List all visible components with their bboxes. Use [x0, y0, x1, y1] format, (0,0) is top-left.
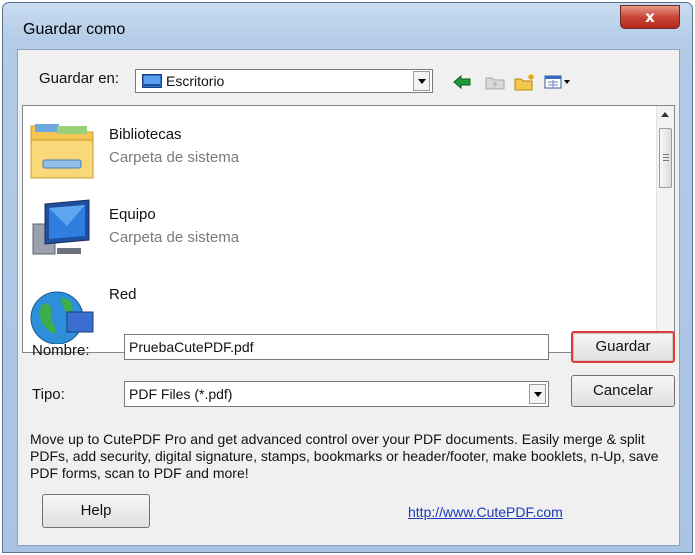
dialog-body: Guardar en: Escritorio Bibliotecas Carpe… [17, 49, 680, 546]
list-item[interactable]: Bibliotecas Carpeta de sistema [27, 114, 627, 186]
scroll-thumb[interactable] [659, 128, 672, 188]
desktop-icon [142, 74, 162, 88]
chevron-down-icon[interactable] [529, 384, 546, 404]
file-type-value: PDF Files (*.pdf) [129, 386, 233, 402]
file-type-combobox[interactable]: PDF Files (*.pdf) [124, 381, 549, 407]
cancel-button[interactable]: Cancelar [571, 375, 675, 407]
file-name: Bibliotecas [109, 126, 182, 143]
save-as-dialog: Guardar como x Guardar en: Escritorio Bi… [2, 2, 693, 553]
window-title: Guardar como [23, 21, 126, 38]
file-type-label: Tipo: [32, 386, 65, 403]
file-type: Carpeta de sistema [109, 229, 240, 246]
new-folder-icon[interactable] [514, 72, 536, 92]
file-name: Equipo [109, 206, 156, 223]
file-type: Carpeta de sistema [109, 149, 240, 166]
save-button[interactable]: Guardar [571, 331, 675, 363]
chevron-down-icon[interactable] [413, 71, 430, 91]
promo-text: Move up to CutePDF Pro and get advanced … [30, 431, 659, 481]
libraries-folder-icon [27, 116, 97, 184]
save-in-combobox[interactable]: Escritorio [135, 69, 433, 93]
close-button[interactable]: x [620, 5, 680, 29]
scroll-up-icon[interactable] [661, 112, 669, 117]
list-item[interactable]: Equipo Carpeta de sistema [27, 194, 627, 266]
help-button[interactable]: Help [42, 494, 150, 528]
title-bar[interactable]: Guardar como x [3, 3, 692, 41]
up-folder-icon[interactable] [484, 72, 506, 92]
save-in-label: Guardar en: [39, 70, 120, 87]
view-menu-icon[interactable] [544, 72, 572, 92]
save-in-value: Escritorio [166, 73, 225, 89]
network-globe-icon [27, 276, 97, 345]
back-arrow-icon[interactable] [451, 72, 473, 92]
file-name-label: Nombre: [32, 342, 90, 359]
vertical-scrollbar[interactable] [656, 106, 674, 352]
file-name-input[interactable]: PruebaCutePDF.pdf [124, 334, 549, 360]
file-list[interactable]: Bibliotecas Carpeta de sistema Equipo Ca… [22, 105, 675, 353]
file-name: Red [109, 286, 137, 303]
computer-icon [27, 196, 97, 264]
website-link[interactable]: http://www.CutePDF.com [408, 504, 563, 520]
